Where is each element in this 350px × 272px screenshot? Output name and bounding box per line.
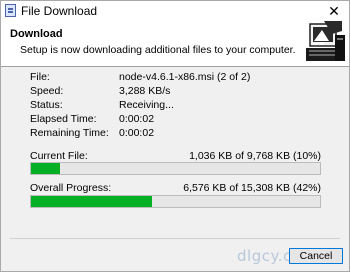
remaining-time-label: Remaining Time:: [30, 127, 109, 139]
header-divider: [1, 66, 349, 67]
remaining-time-value: 0:00:02: [119, 127, 155, 139]
page-title: Download: [10, 28, 63, 40]
setup-app-icon: [5, 4, 16, 17]
speed-value: 3,288 KB/s: [119, 85, 171, 97]
status-label: Status:: [30, 99, 63, 111]
wizard-header: Download Setup is now downloading additi…: [1, 21, 349, 66]
current-file-label: Current File:: [30, 150, 88, 162]
cancel-button[interactable]: Cancel: [289, 248, 343, 264]
current-file-progress-fill: [31, 163, 60, 174]
close-icon[interactable]: ✕: [325, 2, 343, 20]
overall-progress-info: 6,576 KB of 15,308 KB (42%): [183, 182, 321, 194]
current-file-info: 1,036 KB of 9,768 KB (10%): [189, 150, 321, 162]
elapsed-time-value: 0:00:02: [119, 113, 155, 125]
title-bar: File Download ✕: [1, 1, 349, 21]
computer-download-icon: [306, 21, 345, 61]
speed-label: Speed:: [30, 85, 64, 97]
footer-divider: [10, 238, 340, 239]
overall-progress-bar: [30, 195, 321, 208]
status-value: Receiving...: [119, 99, 174, 111]
file-value: node-v4.6.1-x86.msi (2 of 2): [119, 71, 251, 83]
elapsed-time-label: Elapsed Time:: [30, 113, 97, 125]
file-download-window: File Download ✕ Download Setup is now do…: [0, 0, 350, 272]
overall-progress-fill: [31, 196, 153, 207]
page-subtitle: Setup is now downloading additional file…: [20, 44, 296, 56]
file-label: File:: [30, 71, 50, 83]
overall-progress-label: Overall Progress:: [30, 182, 112, 194]
window-title: File Download: [21, 4, 98, 18]
current-file-progress-bar: [30, 162, 321, 175]
